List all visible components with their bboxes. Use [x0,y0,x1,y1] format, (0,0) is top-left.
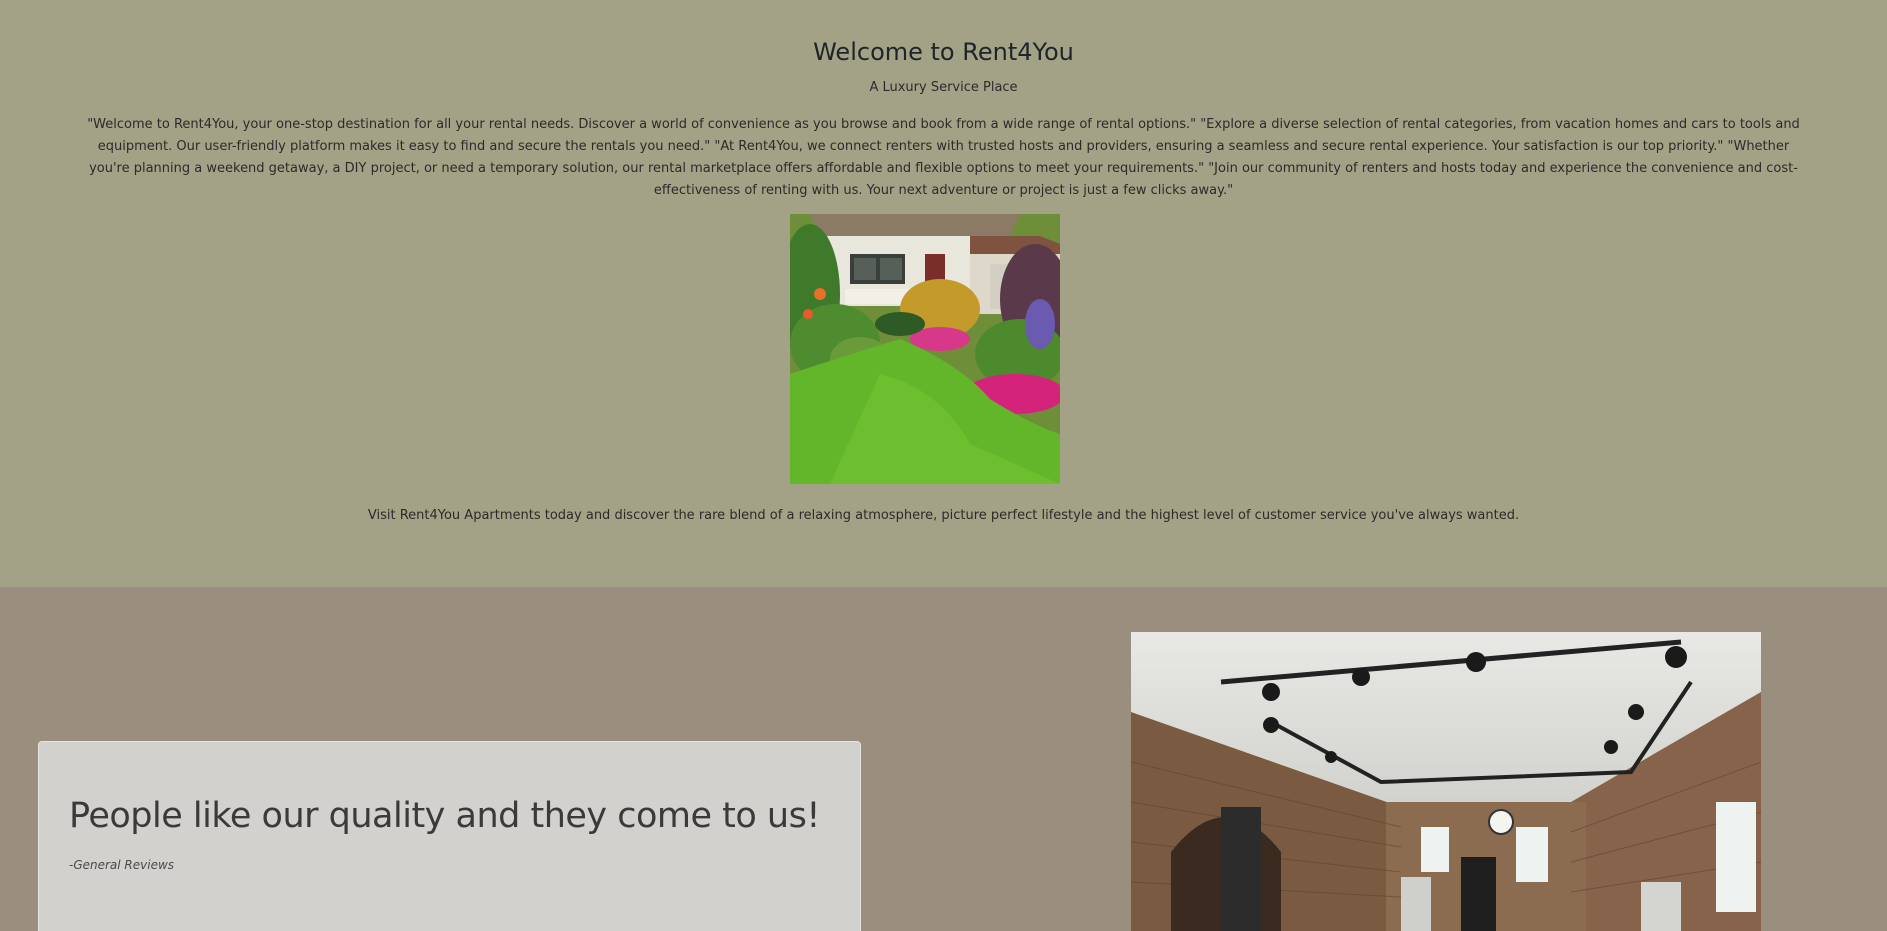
intro-paragraph: "Welcome to Rent4You, your one-stop dest… [87,117,1800,198]
testimonial-source: -General Reviews [69,858,175,872]
testimonial-section: People like our quality and they come to… [0,587,1887,931]
testimonial-card: People like our quality and they come to… [38,741,861,931]
hero-section: Welcome to Rent4You A Luxury Service Pla… [0,0,1887,587]
page-title: Welcome to Rent4You [813,38,1074,66]
page-subtitle: A Luxury Service Place [869,80,1018,95]
visit-text: Visit Rent4You Apartments today and disc… [367,508,1520,523]
gym-image [1131,632,1761,931]
house-garden-image [790,214,1060,484]
testimonial-quote: People like our quality and they come to… [69,796,820,836]
